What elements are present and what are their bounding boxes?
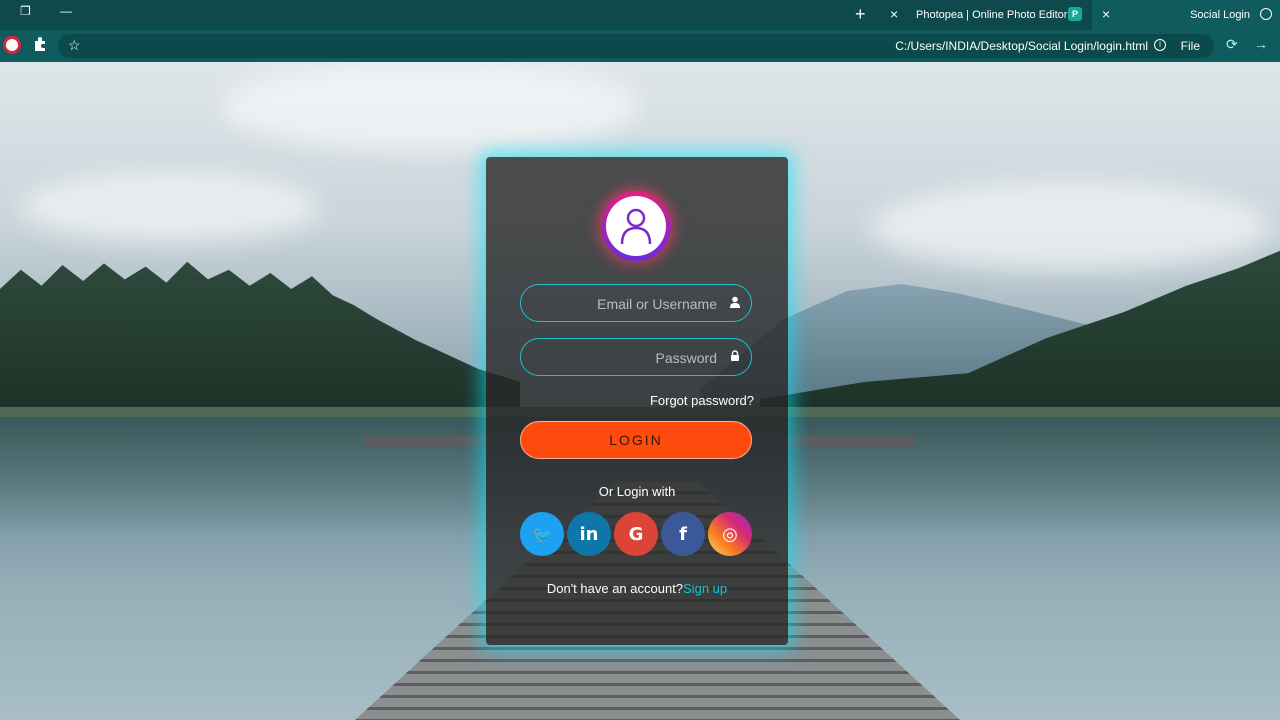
avatar[interactable] [3, 36, 21, 54]
tab-close-icon[interactable]: × [890, 6, 898, 22]
new-tab-button[interactable]: + [855, 4, 866, 25]
tab-close-icon[interactable]: × [1102, 6, 1110, 22]
google-icon[interactable]: G [614, 512, 658, 556]
or-login-with-label: Or Login with [598, 484, 676, 499]
minimize-icon[interactable]: — [60, 4, 72, 18]
omnibox[interactable]: ☆ C:/Users/INDIA/Desktop/Social Login/lo… [58, 34, 1214, 58]
facebook-glyph: f [679, 523, 687, 545]
forgot-password-link[interactable]: Forgot password? [650, 393, 754, 408]
extensions-icon[interactable] [33, 37, 47, 51]
google-glyph: G [628, 523, 644, 545]
linkedin-icon[interactable]: in [567, 512, 611, 556]
user-avatar [601, 191, 671, 261]
instagram-glyph: ◎ [722, 523, 738, 545]
signup-link[interactable]: Sign up [683, 581, 727, 596]
login-button[interactable]: LOGIN [520, 421, 752, 459]
globe-icon [1260, 8, 1272, 20]
facebook-icon[interactable]: f [661, 512, 705, 556]
tab-title: Photopea | Online Photo Editor [916, 9, 1068, 21]
user-icon [730, 296, 740, 308]
tab-social-login[interactable]: × Social Login [1092, 0, 1280, 30]
star-icon[interactable]: ☆ [68, 37, 81, 54]
tab-bar: ❐ — × Photopea | Online Photo Editor P +… [0, 0, 1280, 30]
signup-text: Don't have an account? [546, 581, 684, 596]
photopea-icon: P [1068, 7, 1082, 21]
email-field[interactable] [520, 284, 752, 322]
file-scheme-label: File [1180, 39, 1200, 53]
linkedin-glyph: in [579, 523, 599, 545]
address-bar: ☆ C:/Users/INDIA/Desktop/Social Login/lo… [0, 30, 1280, 62]
reload-icon[interactable]: ⟳ [1226, 36, 1238, 53]
instagram-icon[interactable]: ◎ [708, 512, 752, 556]
tab-title: Social Login [1190, 9, 1250, 21]
signup-prompt: Don't have an account?Sign up [486, 581, 788, 596]
user-icon [620, 208, 652, 245]
twitter-glyph: 🐦 [532, 524, 552, 544]
back-icon[interactable]: → [1254, 36, 1268, 52]
info-icon[interactable]: i [1154, 39, 1166, 51]
twitter-icon[interactable]: 🐦 [520, 512, 564, 556]
tab-photopea[interactable]: × Photopea | Online Photo Editor P [880, 0, 1090, 30]
restore-icon[interactable]: ❐ [20, 4, 31, 18]
password-input[interactable] [535, 339, 719, 376]
url-text: C:/Users/INDIA/Desktop/Social Login/logi… [895, 39, 1148, 53]
lock-icon [731, 350, 739, 361]
login-card: Forgot password? LOGIN Or Login with ◎ f… [486, 157, 788, 645]
password-field[interactable] [520, 338, 752, 376]
email-input[interactable] [535, 285, 719, 322]
